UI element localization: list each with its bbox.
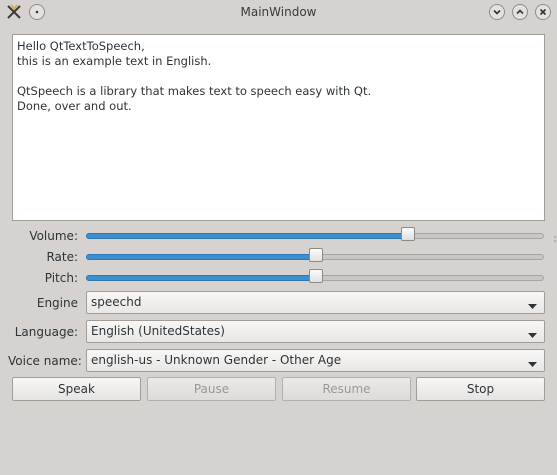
rate-label: Rate:	[46, 250, 78, 264]
editor-line: Done, over and out.	[17, 99, 132, 113]
language-select[interactable]: English (UnitedStates)	[86, 320, 545, 343]
chevron-down-icon	[528, 357, 537, 371]
volume-label: Volume:	[29, 229, 78, 243]
rate-slider-handle[interactable]	[309, 248, 323, 262]
title-bar[interactable]: MainWindow	[0, 0, 557, 24]
pitch-slider-fill	[86, 275, 317, 281]
close-button[interactable]	[535, 4, 551, 20]
window-title: MainWindow	[240, 5, 317, 19]
rate-slider-fill	[86, 254, 317, 260]
pitch-label: Pitch:	[44, 271, 78, 285]
engine-label: Engine	[36, 296, 78, 310]
engine-select[interactable]: speechd	[86, 291, 545, 314]
stop-button[interactable]: Stop	[416, 377, 545, 401]
chevron-down-icon	[528, 328, 537, 342]
language-label: Language:	[14, 325, 78, 339]
splitter-grip-icon	[553, 232, 557, 242]
volume-slider[interactable]	[86, 227, 544, 241]
pitch-slider[interactable]	[86, 269, 544, 283]
editor-line: this is an example text in English.	[17, 54, 212, 68]
minimize-button[interactable]	[489, 4, 505, 20]
voice-select-value: english-us - Unknown Gender - Other Age	[91, 353, 342, 367]
language-select-value: English (UnitedStates)	[91, 324, 225, 338]
voice-select[interactable]: english-us - Unknown Gender - Other Age	[86, 349, 545, 372]
rate-slider[interactable]	[86, 248, 544, 262]
main-window: MainWindow Hello QtTextToSpeech, this is…	[0, 0, 557, 475]
pitch-slider-handle[interactable]	[309, 269, 323, 283]
pause-button[interactable]: Pause	[147, 377, 276, 401]
text-editor[interactable]: Hello QtTextToSpeech, this is an example…	[12, 34, 545, 221]
speak-button[interactable]: Speak	[12, 377, 141, 401]
volume-slider-handle[interactable]	[401, 227, 415, 241]
volume-slider-fill	[86, 233, 409, 239]
voice-name-label: Voice name:	[8, 354, 82, 368]
chevron-down-icon	[528, 299, 537, 313]
engine-select-value: speechd	[91, 295, 142, 309]
resume-button[interactable]: Resume	[282, 377, 411, 401]
editor-line: Hello QtTextToSpeech,	[17, 39, 145, 53]
maximize-button[interactable]	[512, 4, 528, 20]
editor-line: QtSpeech is a library that makes text to…	[17, 84, 372, 98]
